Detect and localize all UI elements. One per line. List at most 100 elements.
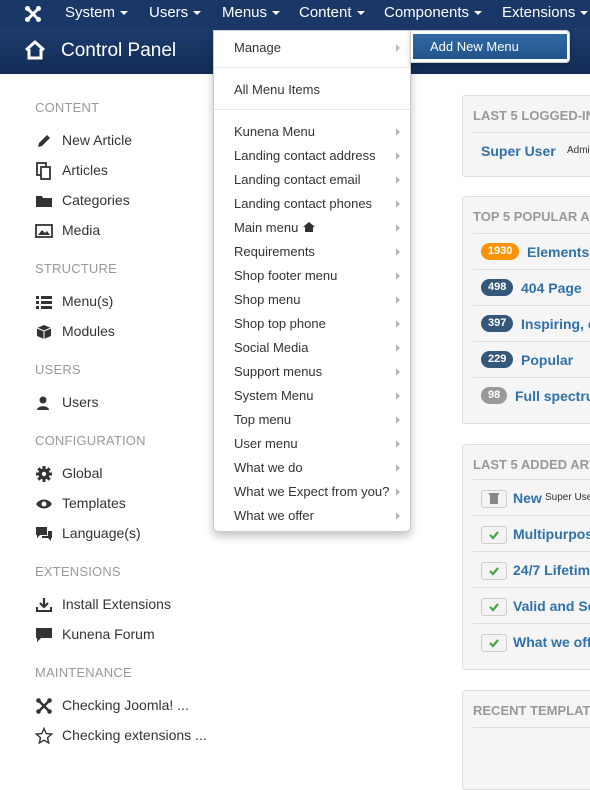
trash-status-button[interactable]: [481, 490, 507, 508]
menu-item-what-we-do[interactable]: What we do: [234, 460, 303, 475]
comment-icon: [36, 628, 52, 642]
nav-components[interactable]: Components: [384, 0, 483, 28]
hits-badge: 229: [481, 351, 514, 368]
publish-status-button[interactable]: [481, 598, 507, 616]
publish-status-button[interactable]: [481, 634, 507, 652]
publish-status-button[interactable]: [481, 562, 507, 580]
list-item: 498 404 Page: [473, 269, 590, 305]
list-item: Valid and Se: [473, 587, 590, 623]
chevron-right-icon: [396, 152, 400, 160]
section-heading-extensions: EXTENSIONS: [35, 564, 121, 579]
caret-down-icon: [356, 11, 365, 16]
user-link[interactable]: Super User: [481, 143, 556, 159]
panel-added-articles: LAST 5 ADDED ART New Super Use Multipurp…: [462, 444, 590, 670]
cube-icon: [36, 325, 52, 339]
menu-item-landing-contact-email[interactable]: Landing contact email: [234, 172, 360, 187]
caret-down-icon: [193, 11, 202, 16]
chevron-right-icon: [396, 248, 400, 256]
menu-item-all-menu-items[interactable]: All Menu Items: [234, 82, 320, 97]
panel-popular: TOP 5 POPULAR A 1930 Elements 498 404 Page…: [462, 196, 590, 424]
divider: [214, 67, 410, 68]
menu-item-system-menu[interactable]: System Menu: [234, 388, 313, 403]
chevron-right-icon: [396, 368, 400, 376]
chevron-right-icon: [396, 200, 400, 208]
nav-system[interactable]: System: [65, 0, 129, 28]
menu-item-requirements[interactable]: Requirements: [234, 244, 315, 259]
check-icon: [489, 603, 499, 612]
list-item: New Super Use: [473, 479, 590, 515]
nav-extensions[interactable]: Extensions: [502, 0, 589, 28]
add-new-menu-item[interactable]: Add New Menu: [413, 34, 567, 59]
joomla-logo-icon[interactable]: [24, 5, 42, 23]
article-link[interactable]: Inspiring, e: [521, 316, 590, 332]
menu-item-what-we-expect[interactable]: What we Expect from you?: [234, 484, 389, 499]
author-name: Super Use: [545, 492, 590, 503]
menu-item-social-media[interactable]: Social Media: [234, 340, 308, 355]
panel-title: RECENT TEMPLATE: [473, 703, 590, 718]
list-item: What we offe: [473, 623, 590, 659]
chevron-right-icon: [396, 176, 400, 184]
hits-badge: 397: [481, 315, 514, 332]
section-heading-maintenance: MAINTENANCE: [35, 665, 132, 680]
panel-title: LAST 5 LOGGED-IN: [473, 108, 590, 123]
menu-item-support-menus[interactable]: Support menus: [234, 364, 322, 379]
chevron-right-icon: [396, 320, 400, 328]
article-link[interactable]: Valid and Se: [513, 598, 590, 614]
article-link[interactable]: What we offe: [513, 634, 590, 650]
nav-content[interactable]: Content: [299, 0, 365, 28]
menu-item-what-we-offer[interactable]: What we offer: [234, 508, 314, 523]
list-icon: [36, 296, 52, 309]
section-heading-configuration: CONFIGURATION: [35, 433, 146, 448]
section-heading-content: CONTENT: [35, 100, 100, 115]
list-item: 1930 Elements: [473, 233, 590, 269]
menu-item-manage[interactable]: Manage: [234, 40, 281, 55]
section-heading-structure: STRUCTURE: [35, 261, 117, 276]
trash-icon: [489, 493, 499, 504]
menu-item-landing-contact-phones[interactable]: Landing contact phones: [234, 196, 372, 211]
menu-item-shop-menu[interactable]: Shop menu: [234, 292, 301, 307]
menu-item-landing-contact-address[interactable]: Landing contact address: [234, 148, 376, 163]
article-link[interactable]: Elements: [527, 244, 589, 260]
chevron-right-icon: [396, 272, 400, 280]
top-navbar: System Users Menus Content Components Ex…: [0, 0, 590, 28]
download-icon: [36, 598, 52, 612]
article-link[interactable]: New: [513, 490, 542, 506]
list-item: 98 Full spectrum: [473, 377, 590, 413]
menu-item-shop-footer-menu[interactable]: Shop footer menu: [234, 268, 337, 283]
pencil-icon: [38, 135, 50, 147]
panel-recent-templates: RECENT TEMPLATE: [462, 690, 590, 790]
chevron-right-icon: [396, 464, 400, 472]
article-link[interactable]: 24/7 Lifetime: [513, 562, 590, 578]
user-role: Adminis: [567, 145, 590, 156]
chevron-right-icon: [396, 296, 400, 304]
nav-menus[interactable]: Menus: [222, 0, 281, 28]
manage-submenu: Add New Menu: [410, 30, 570, 63]
article-link[interactable]: 404 Page: [521, 280, 582, 296]
panel-title: TOP 5 POPULAR A: [473, 209, 590, 224]
menu-item-user-menu[interactable]: User menu: [234, 436, 298, 451]
check-icon: [489, 639, 499, 648]
chevron-right-icon: [396, 224, 400, 232]
chevron-right-icon: [396, 440, 400, 448]
image-icon: [35, 224, 53, 238]
home-icon: [25, 40, 45, 60]
menus-dropdown: Manage All Menu Items Kunena Menu Landin…: [213, 30, 411, 532]
list-item: Super User Adminis: [473, 132, 590, 168]
caret-down-icon: [272, 11, 281, 16]
panel-title: LAST 5 ADDED ART: [473, 457, 590, 472]
hits-badge: 498: [481, 279, 514, 296]
menu-item-top-menu[interactable]: Top menu: [234, 412, 291, 427]
article-link[interactable]: Multipurpose: [513, 526, 590, 542]
chevron-right-icon: [396, 416, 400, 424]
caret-down-icon: [474, 11, 483, 16]
publish-status-button[interactable]: [481, 526, 507, 544]
menu-item-main-menu[interactable]: Main menu: [234, 220, 316, 235]
nav-users[interactable]: Users: [149, 0, 202, 28]
article-link[interactable]: Popular: [521, 352, 573, 368]
article-link[interactable]: Full spectrum: [515, 388, 590, 404]
check-icon: [489, 567, 499, 576]
home-icon: [303, 222, 316, 232]
menu-item-shop-top-phone[interactable]: Shop top phone: [234, 316, 326, 331]
section-heading-users: USERS: [35, 362, 81, 377]
menu-item-kunena-menu[interactable]: Kunena Menu: [234, 124, 315, 139]
